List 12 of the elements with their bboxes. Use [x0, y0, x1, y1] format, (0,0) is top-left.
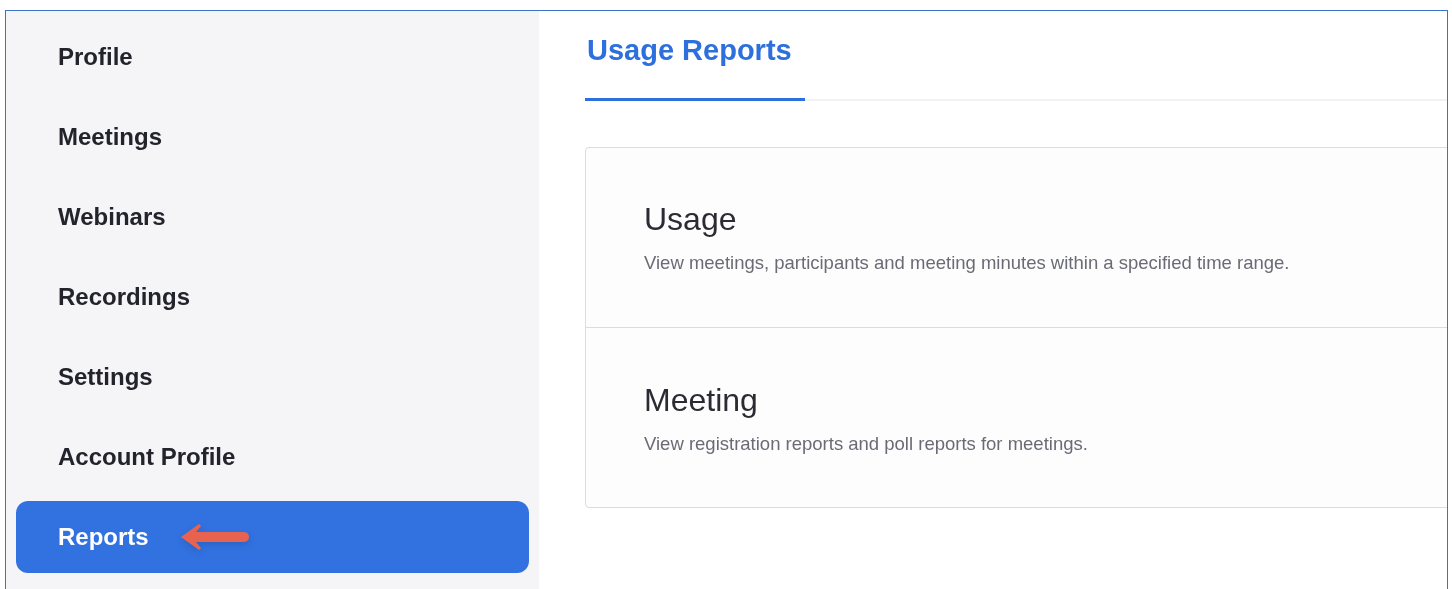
sidebar-item[interactable]: Webinars	[16, 181, 529, 253]
sidebar-item[interactable]: Profile	[16, 21, 529, 93]
tab[interactable]: Usage Reports	[585, 11, 805, 101]
sidebar-item[interactable]: Meetings	[16, 101, 529, 173]
report-description: View meetings, participants and meeting minutes within a specified time range.	[644, 251, 1291, 275]
report-description: View registration reports and poll reports for meetings.	[644, 432, 1089, 456]
sidebar-item[interactable]: Reports	[16, 501, 529, 573]
sidebar-item[interactable]: Recordings	[16, 261, 529, 333]
sidebar-item[interactable]: Settings	[16, 341, 529, 413]
report-title[interactable]: Usage	[644, 199, 1406, 239]
sidebar-item[interactable]: Account Profile	[16, 421, 529, 493]
report-title[interactable]: Meeting	[644, 380, 1406, 420]
